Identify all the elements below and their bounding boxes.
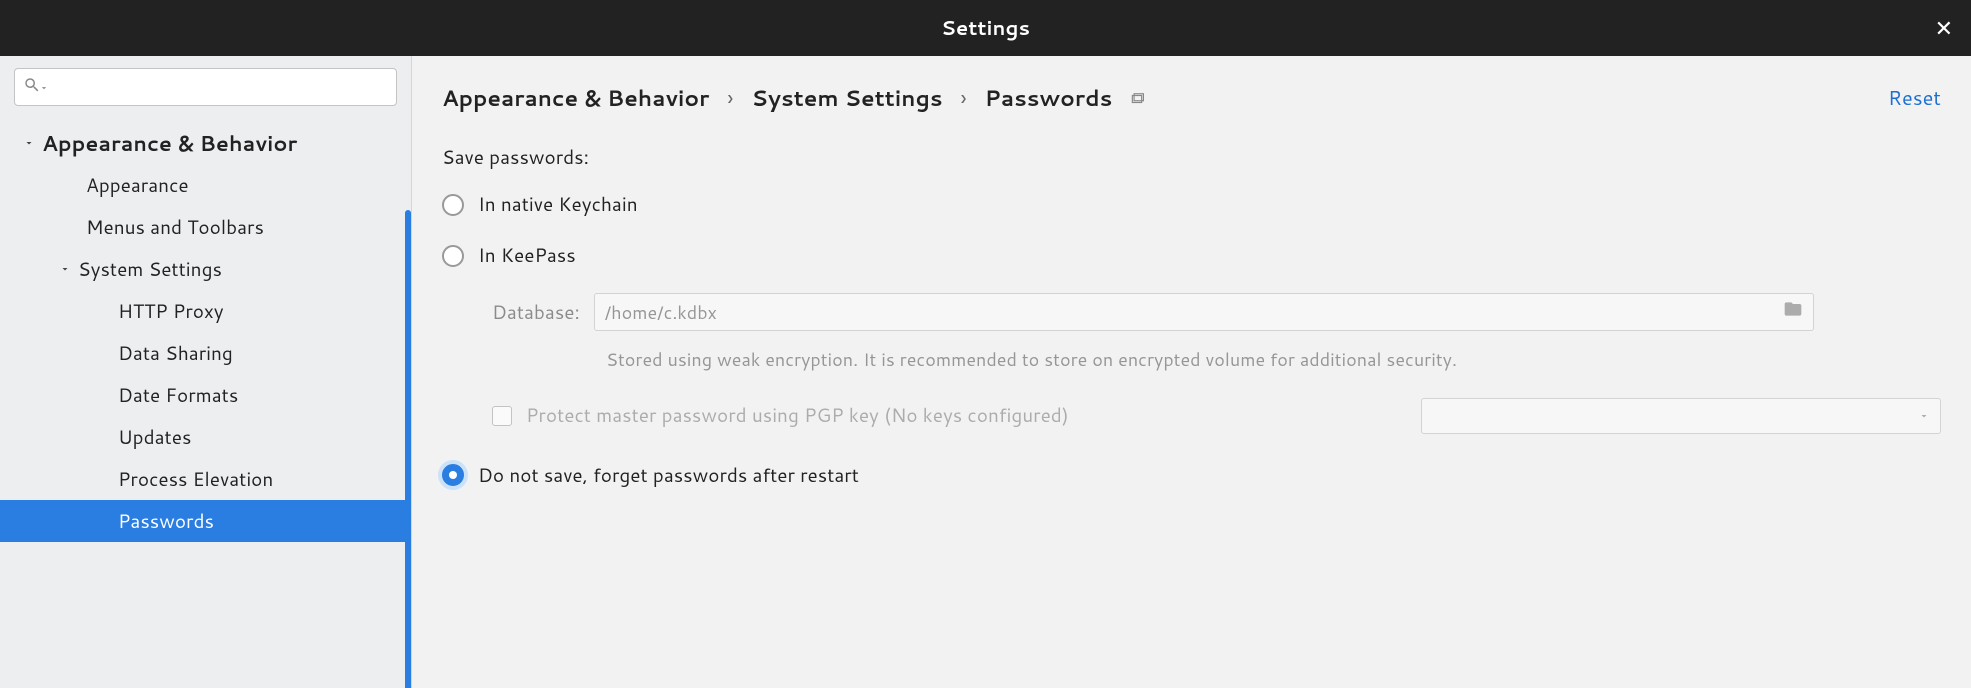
database-input[interactable]: /home/c.kdbx: [605, 299, 1783, 325]
breadcrumb: Appearance & Behavior › System Settings …: [442, 83, 1144, 114]
tree-label: Menus and Toolbars: [86, 214, 264, 241]
page-icon: [1130, 83, 1144, 114]
tree-label: Appearance & Behavior: [42, 128, 297, 158]
tree-item-updates[interactable]: Updates: [0, 416, 411, 458]
radio-native-keychain[interactable]: In native Keychain: [442, 191, 1941, 218]
database-input-wrap: /home/c.kdbx: [594, 293, 1814, 331]
settings-tree[interactable]: Appearance & Behavior Appearance Menus a…: [0, 116, 411, 688]
content: Appearance & Behavior Appearance Menus a…: [0, 56, 1971, 688]
radio-label: In KeePass: [478, 242, 576, 269]
radio-do-not-save[interactable]: Do not save, forget passwords after rest…: [442, 462, 1941, 489]
breadcrumb-bar: Appearance & Behavior › System Settings …: [412, 56, 1971, 120]
pgp-checkbox-label: Protect master password using PGP key (N…: [526, 402, 1069, 429]
titlebar-title: Settings: [941, 14, 1030, 42]
chevron-down-icon: [1918, 402, 1930, 429]
save-passwords-heading: Save passwords:: [442, 144, 1941, 171]
pgp-checkbox-row: Protect master password using PGP key (N…: [492, 398, 1941, 434]
chevron-right-icon: ›: [961, 83, 967, 114]
tree-item-passwords[interactable]: Passwords: [0, 500, 411, 542]
folder-icon[interactable]: [1783, 299, 1803, 326]
breadcrumb-part: Passwords: [985, 83, 1113, 114]
tree-item-menus-toolbars[interactable]: Menus and Toolbars: [0, 206, 411, 248]
tree-label: Updates: [118, 424, 191, 451]
tree-item-system-settings[interactable]: System Settings: [0, 248, 411, 290]
radio-icon[interactable]: [442, 464, 464, 486]
tree-label: Appearance: [86, 172, 189, 199]
tree-label: Date Formats: [118, 382, 238, 409]
scrollbar-thumb[interactable]: [405, 210, 411, 688]
tree-item-date-formats[interactable]: Date Formats: [0, 374, 411, 416]
search-wrap: [0, 56, 411, 116]
radio-label: Do not save, forget passwords after rest…: [478, 462, 859, 489]
radio-keepass[interactable]: In KeePass: [442, 242, 1941, 269]
chevron-down-icon[interactable]: [41, 76, 49, 98]
database-label: Database:: [492, 299, 580, 326]
sidebar: Appearance & Behavior Appearance Menus a…: [0, 56, 412, 688]
radio-icon[interactable]: [442, 245, 464, 267]
tree-item-data-sharing[interactable]: Data Sharing: [0, 332, 411, 374]
tree-label: Passwords: [118, 508, 214, 535]
pgp-key-select[interactable]: [1421, 398, 1941, 434]
tree-label: Data Sharing: [118, 340, 233, 367]
search-input-wrap[interactable]: [14, 68, 397, 106]
checkbox-icon[interactable]: [492, 406, 512, 426]
chevron-down-icon[interactable]: [58, 263, 72, 275]
database-row: Database: /home/c.kdbx: [492, 293, 1941, 331]
titlebar: Settings ✕: [0, 0, 1971, 56]
breadcrumb-part[interactable]: Appearance & Behavior: [442, 83, 709, 114]
search-input[interactable]: [55, 78, 388, 96]
main-panel: Appearance & Behavior › System Settings …: [412, 56, 1971, 688]
database-note: Stored using weak encryption. It is reco…: [606, 345, 1536, 374]
radio-icon[interactable]: [442, 194, 464, 216]
breadcrumb-part[interactable]: System Settings: [751, 83, 942, 114]
close-icon[interactable]: ✕: [1935, 13, 1953, 44]
tree-item-process-elevation[interactable]: Process Elevation: [0, 458, 411, 500]
passwords-form: Save passwords: In native Keychain In Ke…: [412, 120, 1971, 537]
tree-item-appearance-behavior[interactable]: Appearance & Behavior: [0, 122, 411, 164]
chevron-down-icon[interactable]: [22, 137, 36, 149]
reset-link[interactable]: Reset: [1888, 84, 1941, 112]
tree-label: HTTP Proxy: [118, 298, 224, 325]
radio-label: In native Keychain: [478, 191, 638, 218]
chevron-right-icon: ›: [727, 83, 733, 114]
tree-item-appearance[interactable]: Appearance: [0, 164, 411, 206]
keepass-subsection: Database: /home/c.kdbx Stored using weak…: [492, 293, 1941, 434]
tree-label: System Settings: [78, 256, 222, 283]
tree-label: Process Elevation: [118, 466, 273, 493]
tree-item-http-proxy[interactable]: HTTP Proxy: [0, 290, 411, 332]
